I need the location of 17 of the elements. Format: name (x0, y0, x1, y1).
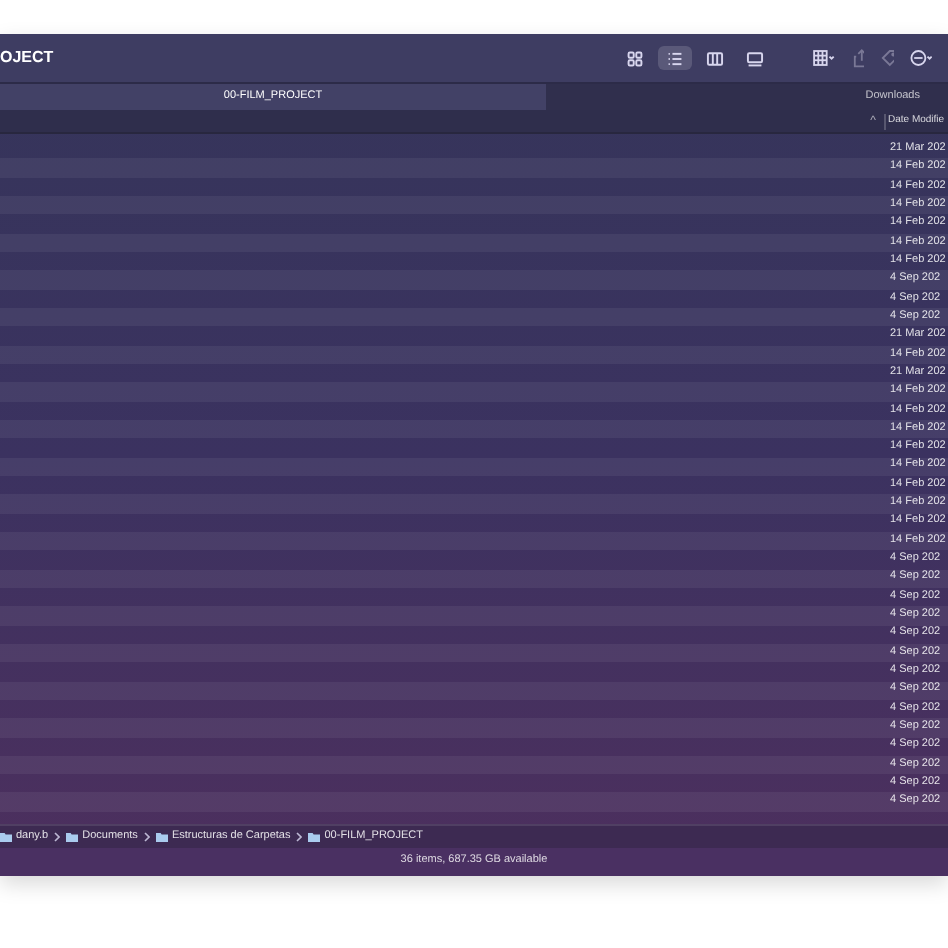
group-grid-icon[interactable] (812, 48, 836, 68)
list-view-icon (666, 49, 685, 67)
folder-icon (308, 832, 321, 842)
share-icon[interactable] (851, 48, 864, 68)
icons-view-icon (626, 49, 645, 67)
chevron-icon (54, 832, 61, 842)
window-title: OJECT (0, 50, 54, 66)
columns-view-icon (706, 49, 725, 67)
folder-icon (155, 832, 168, 842)
folder-icon (66, 832, 79, 842)
gallery-view-icon (746, 49, 765, 67)
folder-icon (0, 832, 12, 842)
tag-icon[interactable] (879, 48, 894, 68)
more-icon[interactable] (909, 48, 932, 68)
chevron-icon (143, 832, 150, 842)
chevron-icon (296, 832, 303, 842)
list-view-button[interactable] (658, 46, 693, 70)
